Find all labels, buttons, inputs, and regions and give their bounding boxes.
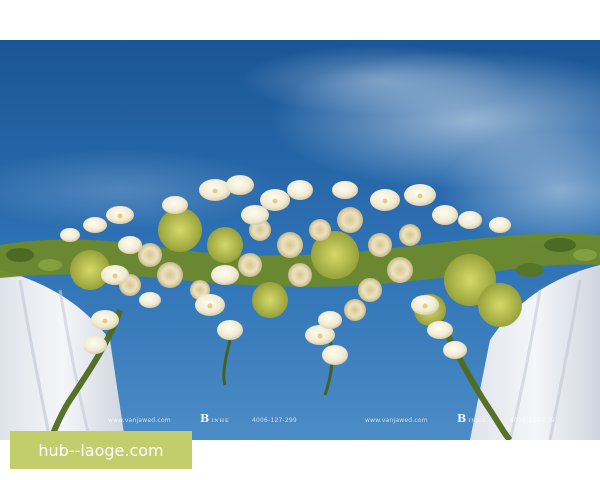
watermark-phone-right: 4006-127-299 (510, 417, 555, 424)
watermark-phone-left: 4006-127-299 (252, 417, 297, 424)
watermark-site-right: www.vanjawed.com (365, 417, 428, 424)
cloud (240, 45, 520, 115)
watermark-logo-right: B INHE (457, 412, 487, 425)
site-badge: hub--laoge.com (10, 431, 192, 469)
watermark-site-left: www.vanjawed.com (108, 417, 171, 424)
site-badge-text: hub--laoge.com (38, 440, 164, 460)
photo-canvas (0, 40, 600, 440)
watermark-logo-left: B INHE (200, 412, 230, 425)
floral-arch-photo: www.vanjawed.com B INHE 4006-127-299 www.… (0, 40, 600, 440)
